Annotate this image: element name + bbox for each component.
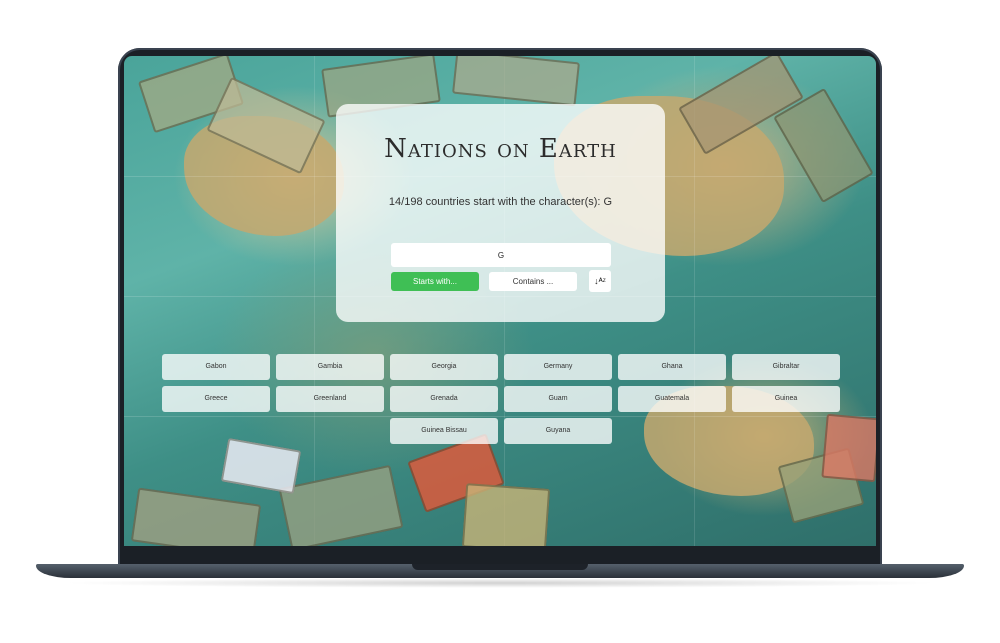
country-tile[interactable]: Grenada — [390, 386, 498, 412]
banknote-image — [220, 437, 302, 495]
country-tile[interactable]: Gabon — [162, 354, 270, 380]
app-title: Nations on Earth — [384, 134, 617, 164]
banknote-image — [452, 56, 580, 107]
laptop-notch — [412, 564, 588, 570]
sort-alpha-icon: ↓ᴬᶻ — [594, 276, 606, 286]
banknote-image — [278, 464, 404, 546]
result-count-text: 14/198 countries start with the characte… — [388, 196, 613, 208]
laptop-mockup: Nations on Earth 14/198 countries start … — [0, 0, 1000, 643]
country-tile[interactable]: Gambia — [276, 354, 384, 380]
starts-with-button[interactable]: Starts with... — [391, 272, 479, 291]
country-tile[interactable]: Guinea — [732, 386, 840, 412]
country-tile[interactable]: Georgia — [390, 354, 498, 380]
country-tile[interactable]: Guam — [504, 386, 612, 412]
banknote-image — [821, 413, 876, 483]
country-tile[interactable]: Greece — [162, 386, 270, 412]
contains-button[interactable]: Contains ... — [489, 272, 577, 291]
country-tile[interactable]: Gibraltar — [732, 354, 840, 380]
sort-alpha-button[interactable]: ↓ᴬᶻ — [589, 270, 611, 292]
search-input[interactable] — [391, 243, 611, 267]
country-tile[interactable]: Guyana — [504, 418, 612, 444]
country-tile[interactable]: Germany — [504, 354, 612, 380]
country-tile[interactable]: Greenland — [276, 386, 384, 412]
map-gridline — [124, 416, 876, 417]
country-tile[interactable]: Guinea Bissau — [390, 418, 498, 444]
country-tile[interactable]: Guatemala — [618, 386, 726, 412]
laptop-shadow — [60, 578, 940, 588]
banknote-image — [130, 487, 262, 546]
banknote-image — [461, 483, 551, 546]
country-tile[interactable]: Ghana — [618, 354, 726, 380]
app-screen: Nations on Earth 14/198 countries start … — [124, 56, 876, 546]
